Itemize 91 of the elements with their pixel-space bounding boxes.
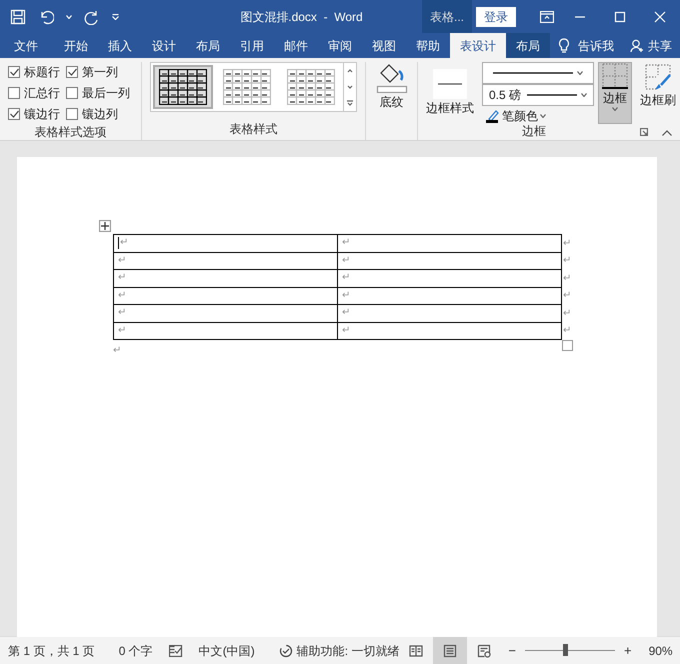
- border-painter-button[interactable]: 边框刷: [636, 62, 680, 126]
- ribbon-tab[interactable]: 表设计: [450, 33, 506, 58]
- pen-icon: [486, 109, 500, 123]
- zoom-level[interactable]: 90%: [648, 642, 673, 660]
- person-icon[interactable]: [630, 38, 644, 52]
- ribbon-tab[interactable]: 布局: [186, 33, 230, 58]
- ribbon-tab[interactable]: 邮件: [274, 33, 318, 58]
- checkbox[interactable]: [8, 66, 20, 78]
- checkbox[interactable]: [8, 87, 20, 99]
- checkbox-label: 最后一列: [82, 85, 130, 102]
- paragraph-mark: ↵: [113, 344, 121, 358]
- row-end-mark: ↵: [562, 252, 576, 270]
- caret-icon: [577, 71, 583, 75]
- close-icon[interactable]: [654, 10, 666, 22]
- borders-icon: [602, 63, 628, 89]
- checkbox[interactable]: [66, 108, 78, 120]
- ribbon-tab[interactable]: 布局: [506, 33, 550, 58]
- lightbulb-icon[interactable]: [558, 38, 570, 54]
- group-label: 表格样式: [230, 121, 278, 138]
- ribbon-tab[interactable]: 插入: [98, 33, 142, 58]
- table-style-icon: [287, 69, 335, 105]
- ribbon-tab[interactable]: 设计: [142, 33, 186, 58]
- ribbon-tab[interactable]: 帮助: [406, 33, 450, 58]
- checkbox[interactable]: [66, 87, 78, 99]
- window-title: 图文混排.docx - Word: [239, 8, 364, 26]
- row-end-mark: ↵: [562, 322, 576, 340]
- check-icon: [10, 110, 18, 118]
- ribbon-tab[interactable]: 文件: [4, 33, 48, 58]
- checkbox-label: 镶边行: [24, 106, 60, 123]
- save-icon[interactable]: [10, 8, 26, 24]
- caret-icon: [581, 93, 588, 97]
- accessibility-icon[interactable]: [278, 644, 293, 658]
- checkbox[interactable]: [66, 66, 78, 78]
- read-mode-icon[interactable]: [409, 644, 424, 658]
- move-handle-icon[interactable]: [99, 220, 111, 232]
- ribbon-tab[interactable]: 视图: [362, 33, 406, 58]
- print-layout-icon[interactable]: [443, 644, 458, 658]
- language-status[interactable]: 中文(中国): [198, 642, 255, 660]
- checkbox-label: 镶边列: [82, 106, 118, 123]
- row-end-mark: ↵: [562, 304, 576, 322]
- row-end-mark: ↵: [562, 234, 576, 252]
- caret-icon: [540, 114, 546, 118]
- checkbox[interactable]: [8, 108, 20, 120]
- group-label: 表格样式选项: [34, 124, 106, 141]
- ribbon-tab[interactable]: 引用: [230, 33, 274, 58]
- border-brush-icon: [644, 63, 672, 91]
- check-icon: [10, 68, 18, 76]
- customize-icon[interactable]: [112, 14, 119, 20]
- line-style-dropdown[interactable]: [482, 62, 594, 84]
- maximize-icon[interactable]: [614, 10, 626, 22]
- scroll-down-icon[interactable]: [346, 83, 354, 91]
- proofing-icon[interactable]: [168, 644, 183, 656]
- accessibility-status[interactable]: 辅助功能: 一切就绪: [296, 642, 400, 660]
- border-styles-button[interactable]: 边框样式: [422, 62, 478, 126]
- zoom-in-button[interactable]: +: [622, 640, 633, 662]
- shading-button[interactable]: 底纹: [370, 62, 413, 112]
- ribbon-display-icon[interactable]: [540, 10, 554, 22]
- zoom-slider-thumb[interactable]: [563, 644, 568, 656]
- table-style-option[interactable]: [153, 65, 213, 109]
- share-button[interactable]: 共享: [648, 36, 672, 54]
- caret-icon[interactable]: [66, 14, 72, 18]
- group-label: 边框: [522, 123, 546, 140]
- zoom-out-button[interactable]: −: [507, 640, 517, 662]
- dialog-launcher-icon[interactable]: [640, 128, 648, 136]
- sign-in-button[interactable]: 登录: [476, 6, 516, 26]
- table-resize-handle[interactable]: [562, 340, 573, 351]
- line-sample-icon: [525, 93, 578, 97]
- tell-me-search[interactable]: 告诉我: [578, 36, 614, 54]
- checkbox-label: 第一列: [82, 64, 118, 81]
- ribbon-tab[interactable]: 开始: [54, 33, 98, 58]
- row-end-mark: ↵: [562, 287, 576, 304]
- checkbox-label: 标题行: [24, 64, 60, 81]
- collapse-ribbon-icon[interactable]: [662, 130, 672, 136]
- word-count: 0 个字: [118, 642, 153, 660]
- context-label: 表格...: [422, 0, 472, 33]
- ribbon-tab[interactable]: 审阅: [318, 33, 362, 58]
- line-weight-dropdown[interactable]: 0.5 磅: [482, 84, 594, 106]
- row-end-mark: ↵: [562, 270, 576, 287]
- table-style-icon: [223, 69, 271, 105]
- borders-button[interactable]: 边框: [598, 62, 632, 124]
- table-style-icon: [159, 69, 207, 105]
- caret-icon: [612, 107, 618, 111]
- paint-bucket-icon: [374, 63, 408, 93]
- checkbox-label: 汇总行: [24, 85, 60, 102]
- pen-color-button[interactable]: 笔颜色: [482, 106, 594, 126]
- scroll-up-icon[interactable]: [346, 67, 354, 75]
- expand-gallery-icon[interactable]: [346, 99, 354, 107]
- redo-icon[interactable]: [84, 8, 100, 24]
- web-layout-icon[interactable]: [477, 644, 492, 658]
- page-count: 第 1 页，共 1 页: [8, 642, 95, 660]
- check-icon: [68, 68, 76, 76]
